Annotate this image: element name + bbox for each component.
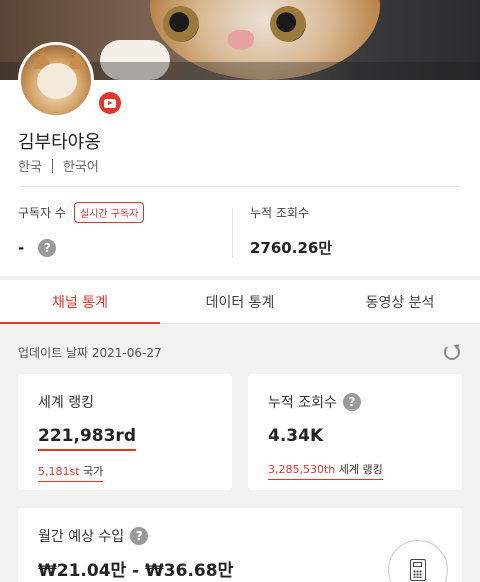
refresh-icon[interactable] <box>444 344 460 360</box>
tab-channel-stats[interactable]: 채널 통계 <box>0 280 160 324</box>
help-icon[interactable]: ? <box>38 239 57 257</box>
revenue-label-row: 월간 예상 수입 ? <box>38 526 442 546</box>
calculator-keys <box>413 570 422 578</box>
subscribers-value: - <box>18 239 25 257</box>
total-views-value: 2760.26만 <box>250 239 333 257</box>
views-world-rank-label: 세계 랭킹 <box>338 463 383 476</box>
subscribers-label: 구독자 수 <box>18 206 66 220</box>
tab-data-stats[interactable]: 데이터 통계 <box>160 280 320 323</box>
subscribers-value-row: - ? <box>18 239 144 257</box>
views-label: 누적 조회수 <box>268 395 337 411</box>
calculator-icon <box>410 559 426 581</box>
youtube-icon <box>97 90 123 116</box>
views-card: 누적 조회수 ? 4.34K 3,285,530th 세계 랭킹 <box>248 374 462 490</box>
live-subscribers-button[interactable]: 실시간 구독자 <box>73 202 145 223</box>
help-icon[interactable]: ? <box>342 393 361 411</box>
banner-cat-nose <box>228 30 254 50</box>
total-views-label: 누적 조회수 <box>250 206 310 220</box>
channel-profile: 김부타야옹 한국 한국어 구독자 수 실시간 구독자 - ? 누적 조회수 27… <box>0 42 480 276</box>
world-rank-label: 세계 랭킹 <box>38 395 94 411</box>
subscribers-label-row: 구독자 수 실시간 구독자 <box>18 202 145 223</box>
divider <box>18 186 462 187</box>
views-world-rank[interactable]: 3,285,530th 세계 랭킹 <box>268 461 383 480</box>
channel-avatar[interactable] <box>18 42 94 118</box>
views-value: 4.34K <box>268 426 324 446</box>
stats-tabs: 채널 통계 데이터 통계 동영상 분석 <box>0 280 480 324</box>
youtube-play-icon <box>104 98 116 108</box>
revenue-value: ₩21.04만 - ₩36.68만 <box>38 561 234 581</box>
views-world-rank-value: 3,285,530th <box>268 463 336 476</box>
country-rank-label: 국가 <box>83 465 104 478</box>
channel-name: 김부타야옹 <box>18 132 101 153</box>
total-views-stat: 누적 조회수 2760.26만 <box>250 204 332 258</box>
country-rank-value: 5,181st <box>38 465 80 478</box>
world-rank-card: 세계 랭킹 221,983rd 5,181st 국가 <box>18 374 232 490</box>
calculator-screen <box>413 562 422 567</box>
channel-meta: 한국 한국어 <box>18 156 99 175</box>
subscribers-stat: 구독자 수 실시간 구독자 - ? <box>18 202 145 257</box>
avatar-ear <box>67 51 87 69</box>
banner-cat-eye <box>270 6 306 42</box>
stat-divider <box>232 208 233 258</box>
youtube-icon-circle <box>99 92 121 114</box>
meta-separator <box>51 158 53 173</box>
banner-cat-eye <box>163 6 199 42</box>
tab-video-analysis[interactable]: 동영상 분석 <box>320 280 480 323</box>
help-icon[interactable]: ? <box>130 527 149 545</box>
world-rank-value: 221,983rd <box>38 426 136 451</box>
channel-language: 한국어 <box>62 160 99 175</box>
update-date: 업데이트 날짜 2021-06-27 <box>18 346 162 360</box>
channel-country: 한국 <box>18 160 42 175</box>
views-label-row: 누적 조회수 ? <box>268 392 442 412</box>
revenue-label: 월간 예상 수입 <box>38 529 125 545</box>
avatar-face <box>37 63 77 99</box>
country-rank[interactable]: 5,181st 국가 <box>38 463 104 482</box>
